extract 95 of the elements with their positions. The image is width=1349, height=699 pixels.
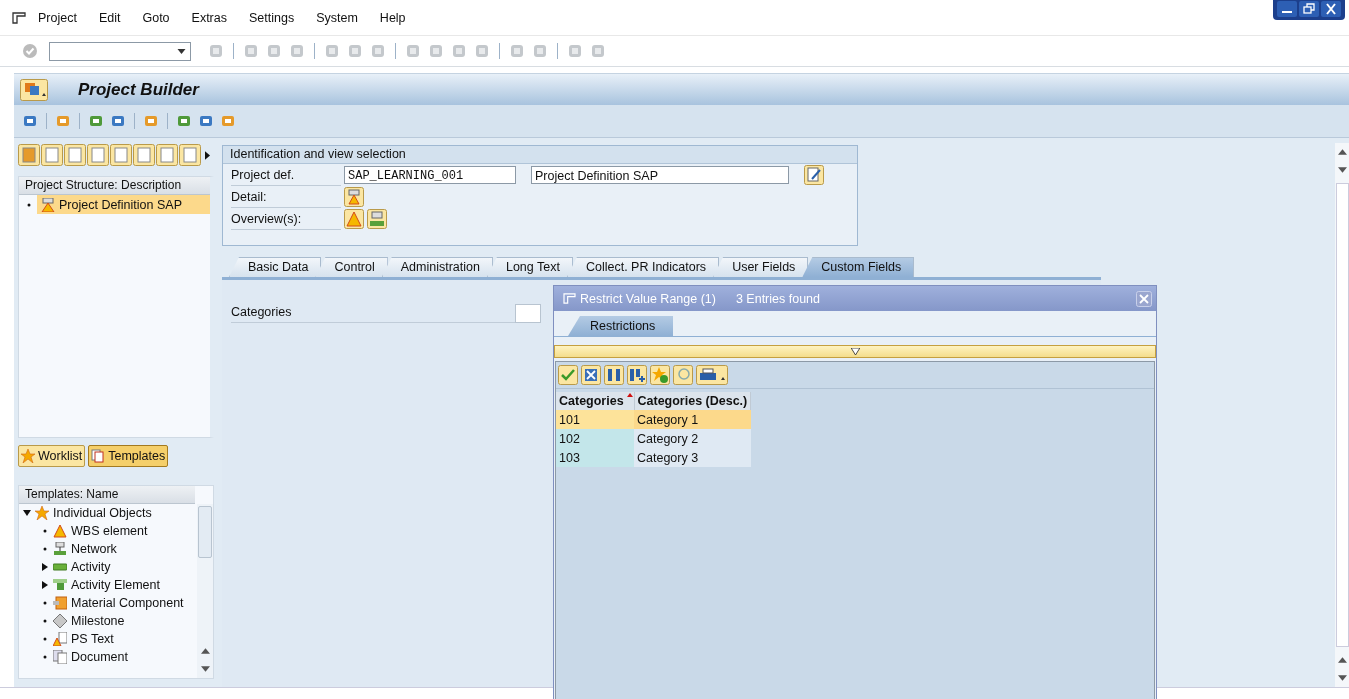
tab[interactable]: User Fields [713, 257, 809, 277]
diamond-icon [53, 614, 67, 628]
expand-arrow-icon[interactable] [41, 563, 49, 571]
command-field[interactable] [49, 41, 191, 61]
menu-icon[interactable] [12, 11, 26, 24]
table-cell: 102 [556, 429, 634, 448]
network-icon [53, 542, 67, 556]
edit-icon[interactable] [804, 165, 824, 185]
activity-element-icon [53, 578, 67, 592]
check-icon[interactable] [558, 365, 578, 385]
panel-button[interactable]: Templates [88, 445, 169, 467]
tree-item[interactable]: Activity Element [71, 578, 160, 592]
entries-count: 3 Entries found [735, 291, 821, 306]
tree-item[interactable]: Activity [71, 560, 111, 574]
text-document-icon [53, 632, 67, 646]
field-label: Project def. [231, 164, 341, 186]
table-row[interactable]: 103 Category 3 [556, 448, 751, 467]
table-cell: Category 2 [634, 429, 751, 448]
menu-item[interactable]: Extras [191, 10, 227, 25]
menu-button-icon[interactable] [20, 78, 48, 101]
tree-item[interactable]: Individual Objects [53, 506, 152, 520]
tree-item[interactable]: Milestone [71, 614, 125, 628]
scroll-up-icon[interactable] [1337, 657, 1347, 663]
menu-item[interactable]: System [316, 10, 358, 25]
panel-button[interactable]: Worklist [18, 445, 86, 467]
restore-icon[interactable] [1299, 1, 1319, 17]
more-arrow-icon[interactable] [205, 150, 210, 160]
table-cell: 101 [556, 410, 634, 429]
detail-icon[interactable] [344, 187, 364, 207]
tree-item[interactable]: WBS element [71, 524, 148, 538]
column-header[interactable]: Categories (Desc.) [634, 392, 751, 410]
star-icon [21, 449, 35, 463]
column-header[interactable]: Categories [556, 392, 634, 410]
close-icon[interactable] [1321, 1, 1341, 17]
menu-item[interactable]: Settings [249, 10, 295, 25]
table-row[interactable]: 102 Category 2 [556, 429, 751, 448]
tree-item[interactable]: Network [71, 542, 117, 556]
window-icon [563, 293, 576, 304]
tab[interactable]: Long Text [486, 257, 573, 277]
dropdown-icon[interactable] [177, 48, 186, 54]
expand-arrow-icon[interactable] [41, 581, 49, 589]
table-cell: Category 1 [634, 410, 751, 429]
dialog-title: Restrict Value Range (1) [580, 291, 716, 306]
field-label: Categories [231, 303, 515, 323]
network-icon[interactable] [367, 209, 387, 229]
open-folder-icon[interactable] [18, 144, 40, 166]
menu-item[interactable]: Goto [142, 10, 170, 25]
input-field[interactable] [515, 303, 541, 323]
bar-icon [53, 560, 67, 574]
expand-arrow-icon[interactable] [23, 509, 31, 517]
binoculars-icon[interactable] [604, 365, 624, 385]
menu-item[interactable]: Project [38, 10, 77, 25]
scroll-down-icon[interactable] [200, 666, 210, 672]
scroll-up-icon[interactable] [1337, 149, 1347, 155]
pages-icon [91, 449, 106, 463]
tab[interactable]: Collect. PR Indicators [566, 257, 720, 277]
scroll-down-icon[interactable] [1337, 675, 1347, 681]
project-icon [41, 197, 55, 212]
tab[interactable]: Administration [381, 257, 493, 277]
menu-item[interactable]: Edit [98, 10, 121, 25]
scroll-down-icon[interactable] [1337, 167, 1347, 173]
description-field[interactable]: Project Definition SAP [531, 166, 789, 184]
tree-item[interactable]: Material Component [71, 596, 184, 610]
tab[interactable]: Control [315, 257, 388, 277]
field-label: Overview(s): [231, 208, 341, 230]
star-icon [35, 506, 49, 520]
scroll-up-icon[interactable] [200, 648, 210, 654]
triangle-icon [53, 524, 67, 538]
bullet-icon [27, 202, 31, 207]
screen-title: Project Builder [78, 79, 199, 100]
document-icon [53, 650, 67, 664]
table-cell: Category 3 [634, 448, 751, 467]
scrollbar[interactable] [197, 504, 213, 678]
collapse-arrow-icon[interactable] [850, 348, 860, 355]
tab[interactable]: Basic Data [229, 257, 322, 277]
component-icon [53, 596, 67, 610]
section-title: Identification and view selection [223, 146, 857, 164]
table-cell: 103 [556, 448, 634, 467]
column-header: Templates: Name [19, 486, 195, 504]
scrollbar[interactable] [1335, 143, 1349, 687]
tab[interactable]: Restrictions [568, 316, 674, 336]
tab[interactable]: Custom Fields [802, 257, 915, 277]
tree-item[interactable]: Project Definition SAP [37, 195, 210, 214]
enter-icon[interactable] [22, 43, 38, 59]
column-header: Project Structure: Description [19, 177, 210, 195]
triangle-icon[interactable] [344, 209, 364, 229]
tree-item[interactable]: Document [71, 650, 128, 664]
field-label: Detail: [231, 186, 341, 208]
project-field[interactable]: SAP_LEARNING_001 [344, 166, 516, 184]
star-plus-icon[interactable] [650, 365, 670, 385]
binoculars-plus-icon[interactable] [627, 365, 647, 385]
table-row[interactable]: 101 Category 1 [556, 410, 751, 429]
minimize-icon[interactable] [1277, 1, 1297, 17]
menu-item[interactable]: Help [379, 10, 406, 25]
tree-item[interactable]: PS Text [71, 632, 114, 646]
